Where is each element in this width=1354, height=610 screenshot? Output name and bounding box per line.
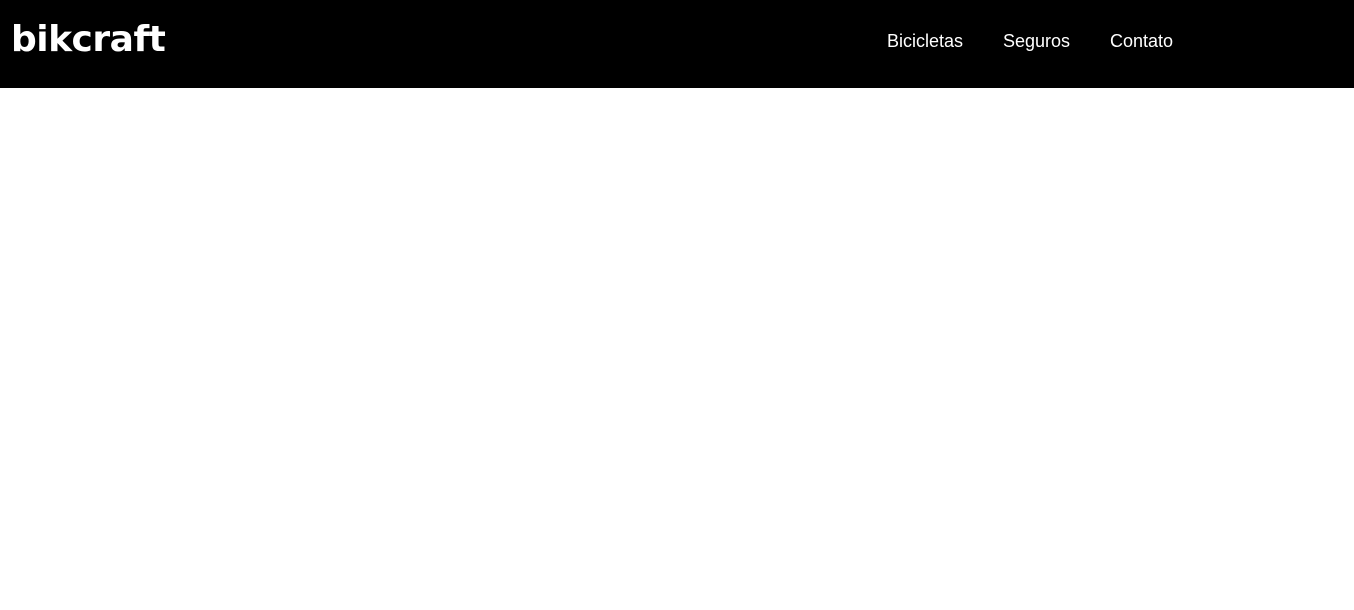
- nav-link-seguros[interactable]: Seguros: [1003, 29, 1070, 53]
- nav-link-contato[interactable]: Contato: [1110, 29, 1173, 53]
- nav-link-bicicletas[interactable]: Bicicletas: [887, 29, 963, 53]
- main-content: [0, 88, 1354, 610]
- site-header: bikcraft Bicicletas Seguros Contato: [0, 0, 1354, 88]
- logo-link[interactable]: bikcraft: [11, 18, 166, 62]
